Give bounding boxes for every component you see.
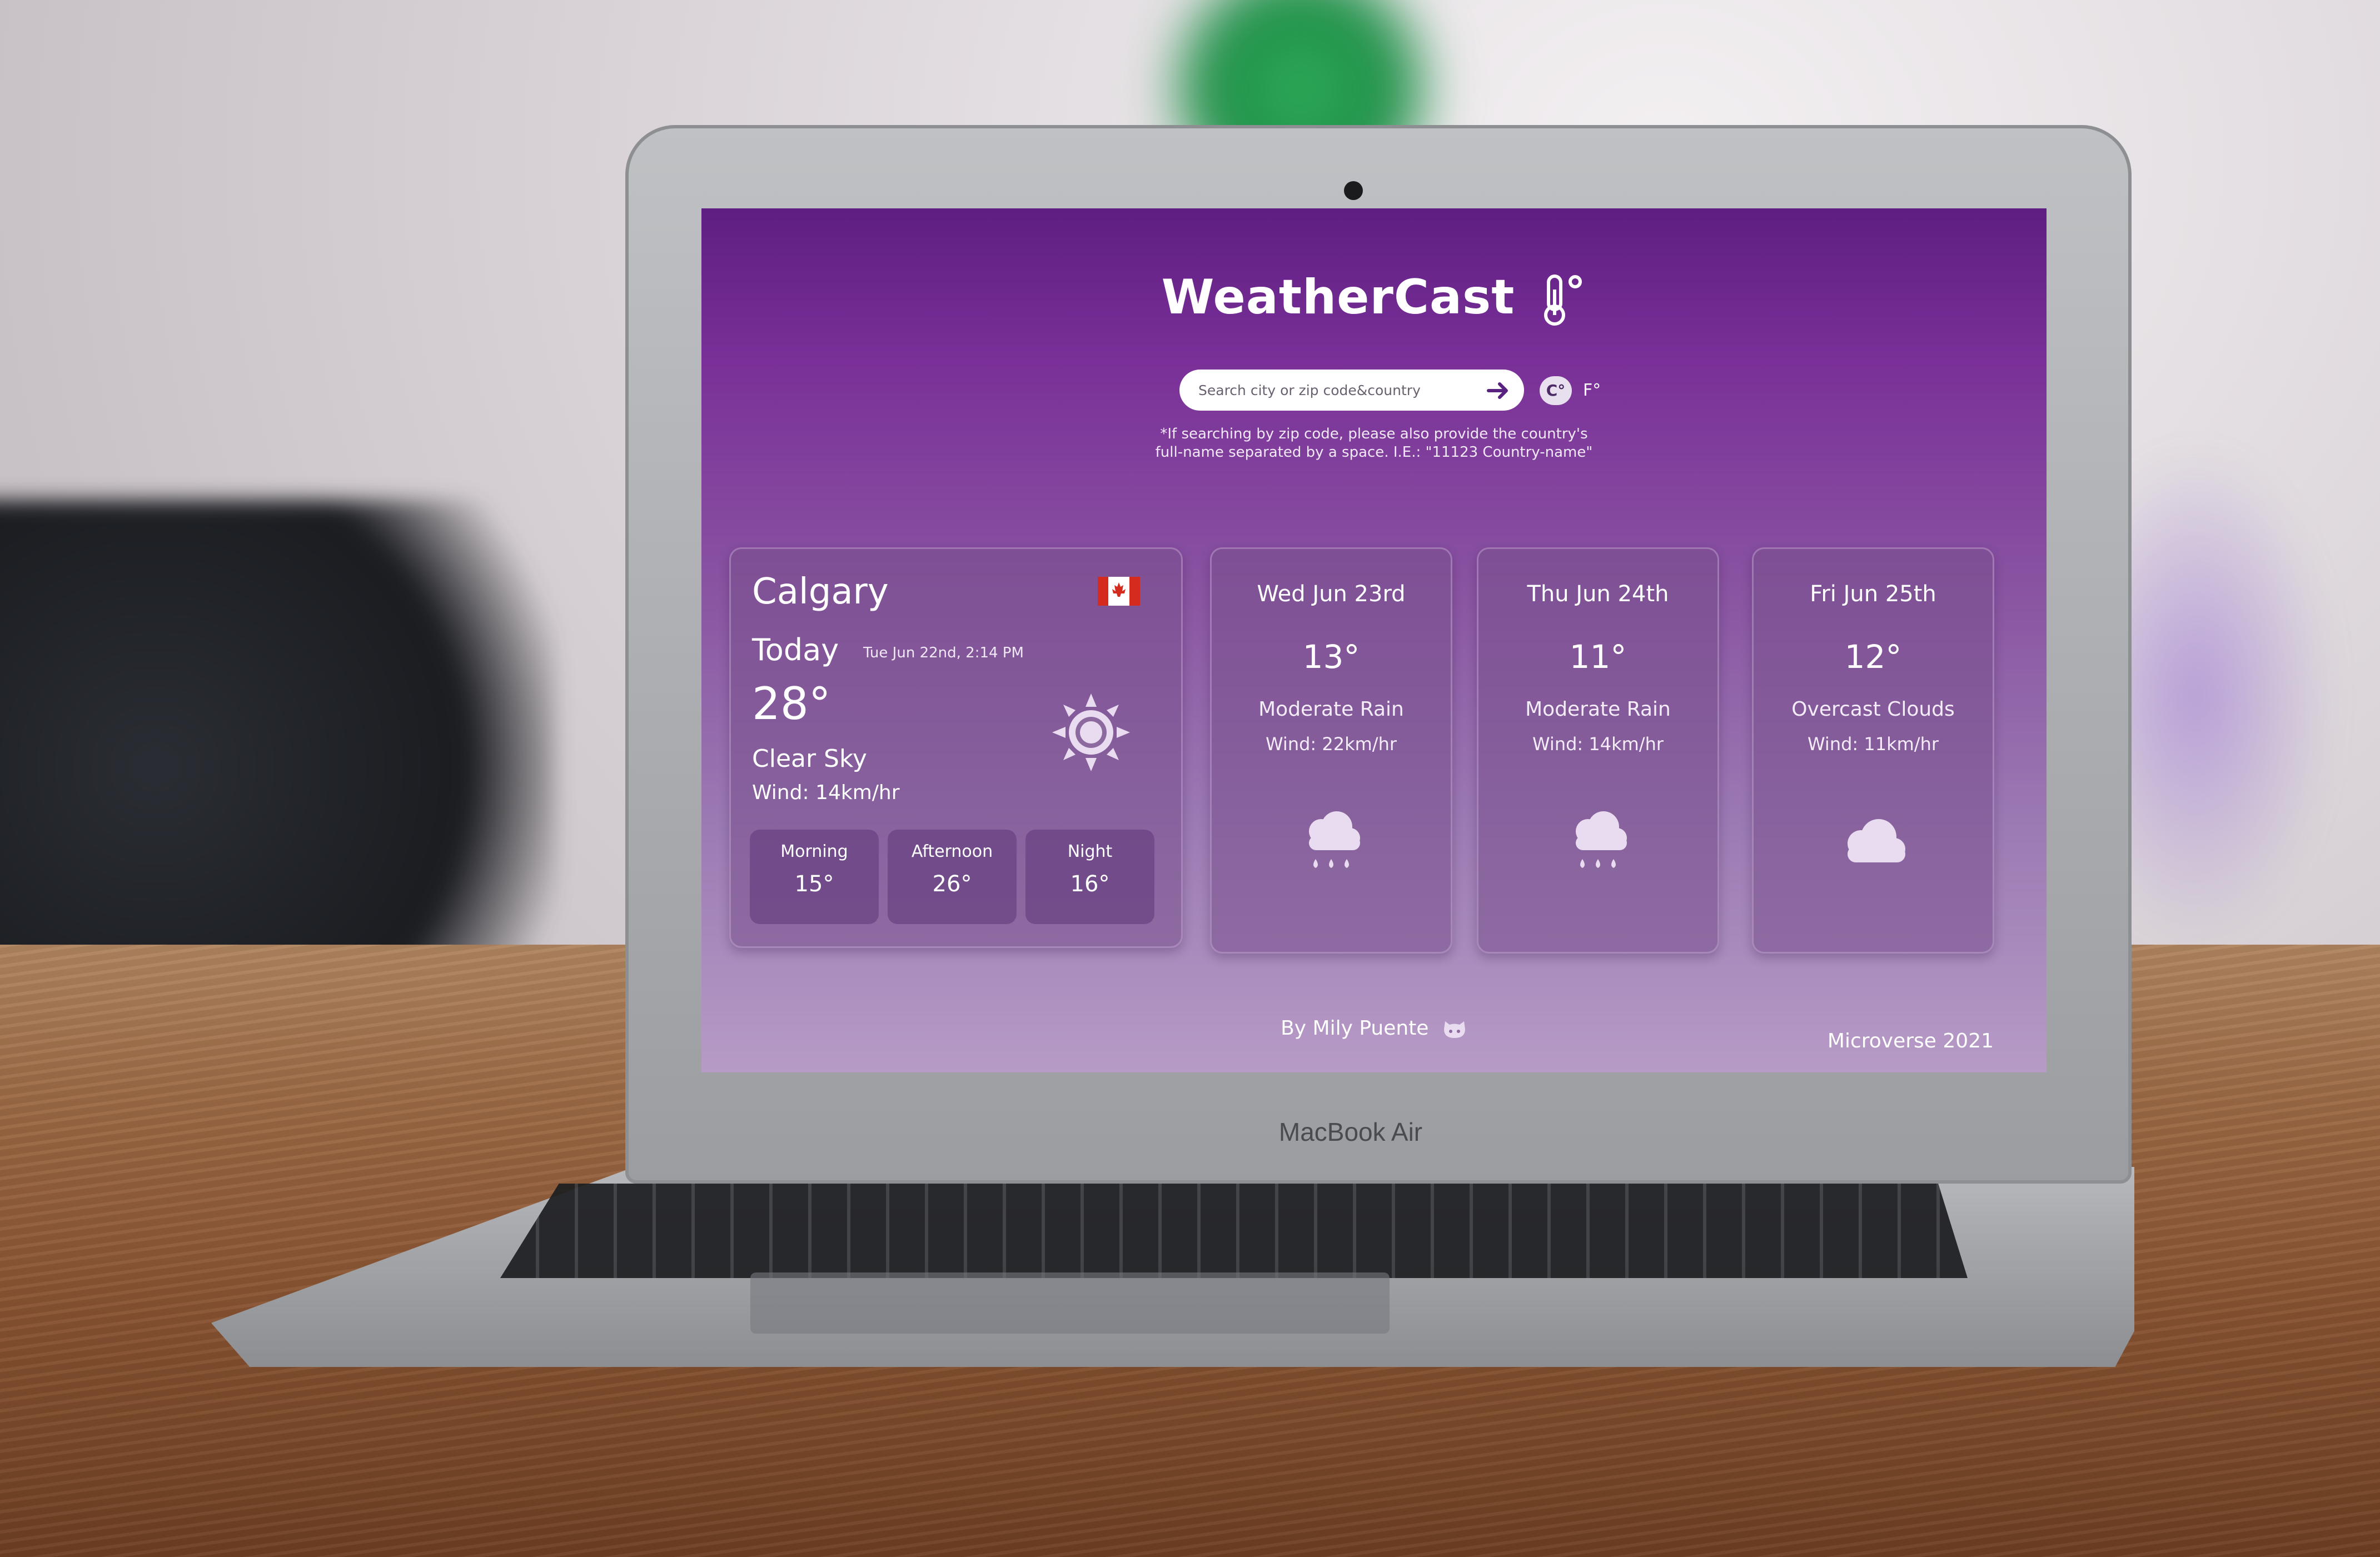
app-logo-text: WeatherCast — [1161, 270, 1515, 325]
today-temperature: 28° — [752, 678, 831, 730]
today-card: Calgary Today Tue Jun 22nd, 2:14 PM 28° — [729, 547, 1183, 948]
forecast-temperature: 12° — [1844, 638, 1902, 676]
forecast-condition: Overcast Clouds — [1791, 698, 1955, 721]
forecast-card: Wed Jun 23rd 13° Moderate Rain Wind: 22k… — [1210, 547, 1452, 954]
camera-icon — [1344, 181, 1363, 200]
search-box — [1179, 370, 1524, 411]
rain-cloud-icon — [1309, 811, 1360, 868]
celsius-toggle[interactable]: C° — [1540, 376, 1572, 405]
github-icon[interactable] — [1442, 1018, 1467, 1040]
period-label: Morning — [780, 842, 848, 861]
cloud-icon — [1848, 819, 1905, 862]
footer-credit: Microverse 2021 — [1827, 1030, 1994, 1052]
forecast-condition: Moderate Rain — [1258, 698, 1404, 721]
today-wind: Wind: 14km/hr — [752, 781, 900, 804]
forecast-condition: Moderate Rain — [1525, 698, 1671, 721]
search-input[interactable] — [1197, 381, 1472, 399]
fahrenheit-toggle[interactable]: F° — [1583, 376, 1601, 405]
search-bar: C° F° — [1179, 370, 1602, 413]
sun-icon — [1052, 693, 1130, 771]
forecast-card: Fri Jun 25th 12° Overcast Clouds Wind: 1… — [1752, 547, 1994, 954]
forecast-temperature: 11° — [1569, 638, 1627, 676]
forecast-date: Thu Jun 24th — [1527, 581, 1669, 607]
period-temperature: 15° — [794, 871, 834, 897]
app-screen: WeatherCast C° F° *If searching by zip c… — [701, 208, 2047, 1072]
arrow-right-icon[interactable] — [1485, 377, 1512, 404]
forecast-wind: Wind: 11km/hr — [1807, 733, 1939, 755]
photo-scene: MacBook Air WeatherCast C° F° *If search… — [0, 0, 2380, 1557]
period-morning: Morning 15° — [750, 830, 879, 924]
laptop-brand-label: MacBook Air — [1278, 1117, 1423, 1146]
search-hint-line-1: *If searching by zip code, please also p… — [1160, 426, 1588, 442]
period-night: Night 16° — [1025, 830, 1154, 924]
forecast-temperature: 13° — [1302, 638, 1360, 676]
laptop-keyboard — [500, 1184, 1968, 1278]
period-label: Night — [1067, 842, 1113, 861]
rain-cloud-icon — [1576, 811, 1627, 868]
period-afternoon: Afternoon 26° — [888, 830, 1017, 924]
canada-flag-icon — [1098, 577, 1140, 606]
period-temperature: 26° — [932, 871, 972, 897]
today-label: Today — [752, 632, 839, 667]
forecast-date: Wed Jun 23rd — [1257, 581, 1406, 607]
forecast-card: Thu Jun 24th 11° Moderate Rain Wind: 14k… — [1477, 547, 1719, 954]
period-label: Afternoon — [911, 842, 993, 861]
city-name: Calgary — [752, 571, 889, 612]
forecast-wind: Wind: 22km/hr — [1265, 733, 1397, 755]
author-link[interactable]: By Mily Puente — [1281, 1017, 1428, 1040]
laptop-trackpad — [750, 1272, 1390, 1334]
app-logo: WeatherCast — [701, 270, 2047, 328]
thermometer-icon — [1544, 274, 1582, 326]
search-hint-line-2: full-name separated by a space. I.E.: "1… — [1155, 444, 1593, 461]
forecast-wind: Wind: 14km/hr — [1532, 733, 1664, 755]
search-hint: *If searching by zip code, please also p… — [1068, 425, 1680, 462]
today-date: Tue Jun 22nd, 2:14 PM — [863, 645, 1024, 661]
period-temperature: 16° — [1070, 871, 1110, 897]
forecast-date: Fri Jun 25th — [1810, 581, 1936, 607]
today-condition: Clear Sky — [752, 745, 867, 773]
